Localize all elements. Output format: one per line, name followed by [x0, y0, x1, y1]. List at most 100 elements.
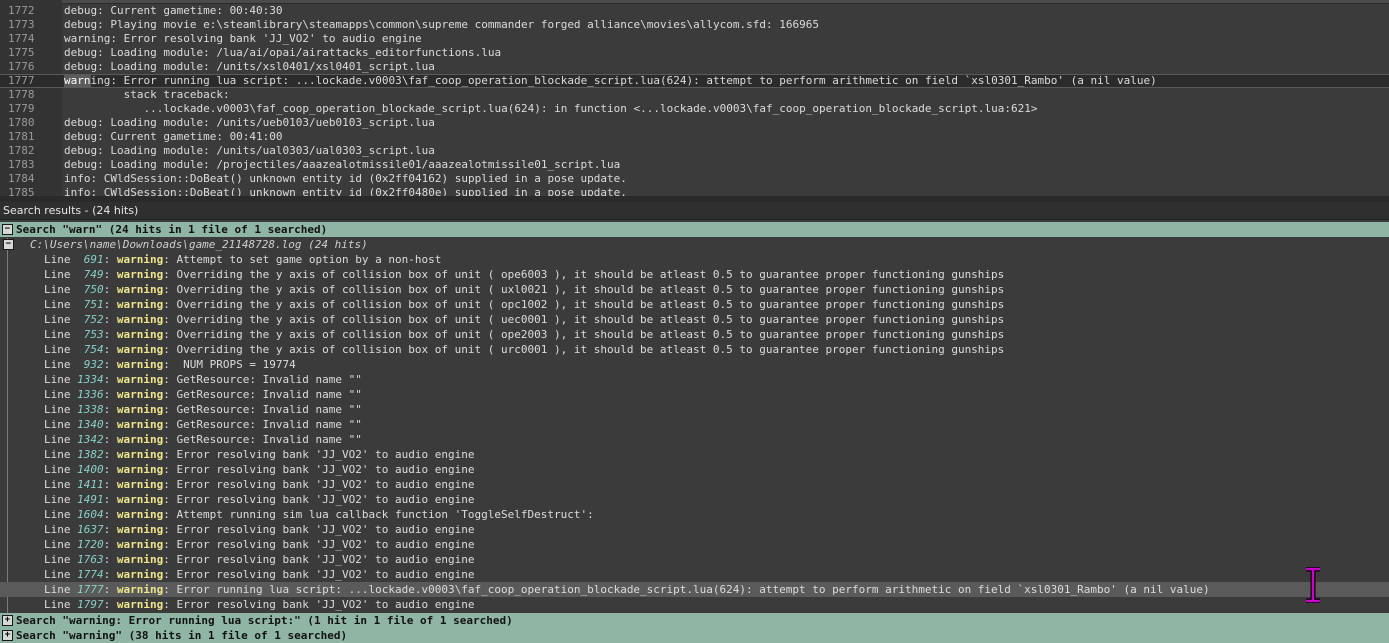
search-hit-row[interactable]: Line 1411: warning: Error resolving bank… [0, 477, 1389, 492]
line-label: Line [44, 283, 71, 296]
search-hit-row[interactable]: Line 751: warning: Overriding the y axis… [0, 297, 1389, 312]
code-line[interactable]: 1782 debug: Loading module: /units/ual030… [0, 144, 1389, 158]
line-text: debug: Loading module: /units/xsl0401/xs… [64, 60, 435, 73]
search-hit-row[interactable]: Line 754: warning: Overriding the y axis… [0, 342, 1389, 357]
line-text: debug: Current gametime: 00:41:00 [64, 130, 283, 143]
line-text: debug: Loading module: /units/ueb0103/ue… [64, 116, 435, 129]
expand-icon[interactable]: + [2, 630, 13, 641]
search-hit-row[interactable]: Line 691: warning: Attempt to set game o… [0, 252, 1389, 267]
search-hit-row[interactable]: Line 750: warning: Overriding the y axis… [0, 282, 1389, 297]
line-text: stack traceback: [64, 88, 230, 101]
hit-message: : GetResource: Invalid name "" [163, 418, 362, 431]
line-label: Line [44, 478, 71, 491]
search-results-header: Search results - (24 hits) [0, 202, 1389, 220]
code-line[interactable]: 1773 debug: Playing movie e:\steamlibrary… [0, 18, 1389, 32]
collapse-icon[interactable]: − [3, 239, 14, 250]
search-hit-row[interactable]: Line 1637: warning: Error resolving bank… [0, 522, 1389, 537]
line-text: debug: Playing movie e:\steamlibrary\ste… [64, 18, 819, 31]
code-line[interactable]: 1779 ...lockade.v0003\faf_coop_operation… [0, 102, 1389, 116]
line-number: 1778 [8, 88, 35, 101]
search-hit-row[interactable]: Line 1491: warning: Error resolving bank… [0, 492, 1389, 507]
hit-keyword: warning [116, 343, 164, 356]
line-label: Line [44, 298, 71, 311]
line-label: Line [44, 463, 71, 476]
line-label: Line [44, 448, 71, 461]
hit-text: Line 1637: warning: Error resolving bank… [44, 523, 475, 536]
hit-message: : Error resolving bank 'JJ_VO2' to audio… [163, 523, 475, 536]
code-line[interactable]: 1772 debug: Current gametime: 00:40:30 [0, 4, 1389, 18]
search-hit-row[interactable]: Line 1338: warning: GetResource: Invalid… [0, 402, 1389, 417]
file-group-row[interactable]: − C:\Users\name\Downloads\game_21148728.l… [0, 237, 1389, 252]
hit-line-number: 1340 [77, 418, 104, 431]
line-label: Line [44, 328, 71, 341]
hit-message: : Error resolving bank 'JJ_VO2' to audio… [163, 598, 475, 611]
search-hit-row[interactable]: Line 1774: warning: Error resolving bank… [0, 567, 1389, 582]
code-line[interactable]: 1777 warning: Error running lua script: .… [0, 74, 1389, 88]
hit-keyword: warning [116, 553, 164, 566]
line-text: warning: Error resolving bank 'JJ_VO2' t… [64, 32, 422, 45]
search-group-title: Search "warning" (38 hits in 1 file of 1… [16, 629, 348, 642]
hit-message: : Error resolving bank 'JJ_VO2' to audio… [163, 448, 475, 461]
hit-message: : GetResource: Invalid name "" [163, 373, 362, 386]
line-text: info: CWldSession::DoBeat() unknown enti… [64, 172, 627, 185]
code-line[interactable]: 1781 debug: Current gametime: 00:41:00 [0, 130, 1389, 144]
hit-line-number: 1720 [77, 538, 104, 551]
code-line[interactable]: 1783 debug: Loading module: /projectiles/… [0, 158, 1389, 172]
hit-message: : Overriding the y axis of collision box… [163, 283, 1005, 296]
hit-text: Line 1720: warning: Error resolving bank… [44, 538, 475, 551]
search-hit-row[interactable]: Line 749: warning: Overriding the y axis… [0, 267, 1389, 282]
hit-keyword: warning [116, 388, 164, 401]
code-line[interactable]: 1776 debug: Loading module: /units/xsl040… [0, 60, 1389, 74]
hit-text: Line 754: warning: Overriding the y axis… [44, 343, 1005, 356]
code-line[interactable]: 1780 debug: Loading module: /units/ueb010… [0, 116, 1389, 130]
hit-keyword: warning [116, 598, 164, 611]
search-hit-row[interactable]: Line 753: warning: Overriding the y axis… [0, 327, 1389, 342]
hit-line-number: 932 [77, 358, 104, 371]
search-hit-row[interactable]: Line 1400: warning: Error resolving bank… [0, 462, 1389, 477]
hit-message: : Overriding the y axis of collision box… [163, 268, 1005, 281]
search-hit-row[interactable]: Line 1336: warning: GetResource: Invalid… [0, 387, 1389, 402]
code-line[interactable]: 1785 info: CWldSession::DoBeat() unknown … [0, 186, 1389, 196]
line-number: 1774 [8, 32, 35, 45]
line-label: Line [44, 358, 71, 371]
line-label: Line [44, 313, 71, 326]
collapse-icon[interactable]: − [2, 224, 13, 235]
search-hit-row[interactable]: Line 1382: warning: Error resolving bank… [0, 447, 1389, 462]
code-line[interactable]: 1784 info: CWldSession::DoBeat() unknown … [0, 172, 1389, 186]
code-line[interactable]: 1775 debug: Loading module: /lua/ai/opai/… [0, 46, 1389, 60]
hit-text: Line 1382: warning: Error resolving bank… [44, 448, 475, 461]
expand-icon[interactable]: + [2, 615, 13, 626]
line-label: Line [44, 523, 71, 536]
hit-message: : Overriding the y axis of collision box… [163, 313, 1005, 326]
search-hit-row[interactable]: Line 1777: warning: Error running lua sc… [0, 582, 1389, 597]
hit-line-number: 1777 [77, 583, 104, 596]
search-group-header[interactable]: + Search "warning: Error running lua scri… [0, 613, 1389, 628]
log-editor[interactable]: 1772 debug: Current gametime: 00:40:30 177… [0, 0, 1389, 196]
line-label: Line [44, 568, 71, 581]
line-label: Line [44, 553, 71, 566]
search-hit-row[interactable]: Line 932: warning: NUM PROPS = 19774 [0, 357, 1389, 372]
hit-text: Line 1340: warning: GetResource: Invalid… [44, 418, 362, 431]
code-line[interactable]: 1774 warning: Error resolving bank 'JJ_VO… [0, 32, 1389, 46]
hit-text: Line 1342: warning: GetResource: Invalid… [44, 433, 362, 446]
search-hit-row[interactable]: Line 1797: warning: Error resolving bank… [0, 597, 1389, 612]
line-label: Line [44, 538, 71, 551]
line-text: warning: Error running lua script: ...lo… [64, 74, 1157, 87]
search-hit-row[interactable]: Line 752: warning: Overriding the y axis… [0, 312, 1389, 327]
search-hit-row[interactable]: Line 1334: warning: GetResource: Invalid… [0, 372, 1389, 387]
search-group-header[interactable]: + Search "warning" (38 hits in 1 file of … [0, 628, 1389, 643]
code-line[interactable]: 1778 stack traceback: [0, 88, 1389, 102]
search-hit-row[interactable]: Line 1720: warning: Error resolving bank… [0, 537, 1389, 552]
hit-message: : GetResource: Invalid name "" [163, 388, 362, 401]
search-group-header[interactable]: − Search "warn" (24 hits in 1 file of 1 s… [0, 222, 1389, 237]
search-hit-row[interactable]: Line 1763: warning: Error resolving bank… [0, 552, 1389, 567]
hit-line-number: 1604 [77, 508, 104, 521]
search-hit-row[interactable]: Line 1342: warning: GetResource: Invalid… [0, 432, 1389, 447]
search-group-title: Search "warn" (24 hits in 1 file of 1 se… [16, 223, 328, 236]
line-text: debug: Loading module: /projectiles/aaaz… [64, 158, 621, 171]
hit-keyword: warning [116, 403, 164, 416]
search-hit-row[interactable]: Line 1340: warning: GetResource: Invalid… [0, 417, 1389, 432]
search-results-panel[interactable]: − Search "warn" (24 hits in 1 file of 1 s… [0, 222, 1389, 642]
hit-keyword: warning [116, 508, 164, 521]
search-hit-row[interactable]: Line 1604: warning: Attempt running sim … [0, 507, 1389, 522]
